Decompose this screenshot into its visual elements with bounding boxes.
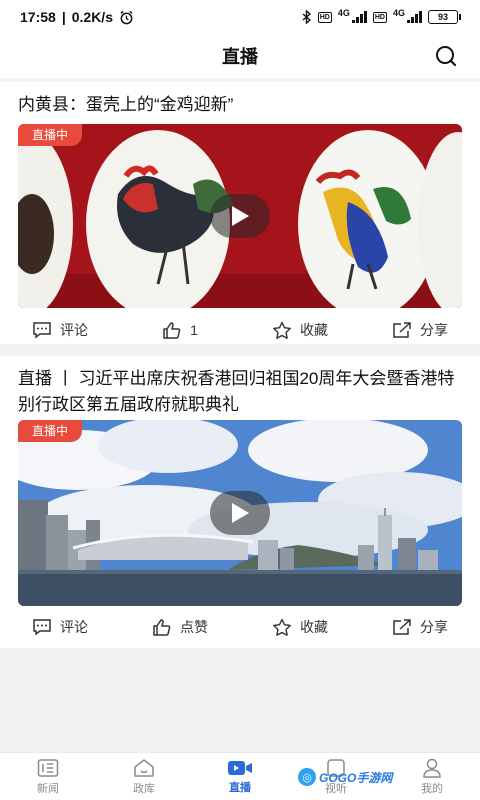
live-badge: 直播中 <box>18 420 83 442</box>
bottom-nav: 新闻 政库 直播 视听 我的 <box>0 752 480 800</box>
comment-icon <box>33 322 51 339</box>
comment-label: 评论 <box>60 322 88 338</box>
thumbs-up-icon <box>153 619 171 636</box>
play-button[interactable] <box>210 194 270 238</box>
thumbs-up-icon <box>163 322 181 339</box>
live-card-title[interactable]: 内黄县：蛋壳上的“金鸡迎新” <box>18 92 466 118</box>
share-label: 分享 <box>420 619 448 635</box>
play-icon <box>232 503 249 523</box>
favorite-label: 收藏 <box>300 322 328 338</box>
nav-label: 直播 <box>229 781 251 794</box>
like-button[interactable]: 1 <box>120 315 240 345</box>
play-button[interactable] <box>210 491 270 535</box>
status-time: 17:58 <box>20 9 56 25</box>
live-badge: 直播中 <box>18 124 83 146</box>
battery-level: 93 <box>437 12 448 22</box>
favorite-button[interactable]: 收藏 <box>240 612 360 642</box>
status-speed: 0.2K/s <box>71 9 113 25</box>
live-thumbnail[interactable]: 直播中 <box>18 420 462 606</box>
nav-item-news[interactable]: 新闻 <box>0 753 96 800</box>
alarm-icon <box>120 10 133 24</box>
search-icon[interactable] <box>434 44 458 68</box>
favorite-label: 收藏 <box>300 619 328 635</box>
network-label-1: 4G <box>337 8 350 18</box>
nav-item-live[interactable]: 直播 <box>192 753 288 800</box>
live-video-icon <box>228 760 252 775</box>
live-card[interactable]: 直播 丨 习近平出席庆祝香港回归祖国20周年大会暨香港特别行政区第五届政府就职典… <box>0 356 480 648</box>
nav-label: 我的 <box>421 782 443 795</box>
like-label: 点赞 <box>180 619 208 635</box>
watermark-text: GOGO手游网 <box>319 770 393 785</box>
share-button[interactable]: 分享 <box>360 315 480 345</box>
like-count: 1 <box>190 322 198 338</box>
nav-item-profile[interactable]: 我的 <box>384 753 480 800</box>
comment-icon <box>33 619 51 636</box>
home-icon <box>134 758 154 777</box>
user-icon <box>423 758 441 778</box>
comment-button[interactable]: 评论 <box>0 612 120 642</box>
comment-button[interactable]: 评论 <box>0 315 120 345</box>
watermark-logo-icon: ◎ <box>298 768 316 786</box>
share-icon <box>393 619 411 635</box>
like-button[interactable]: 点赞 <box>120 612 240 642</box>
nav-item-library[interactable]: 政库 <box>96 753 192 800</box>
play-icon <box>232 206 249 226</box>
card-actions: 评论 点赞 收藏 分享 <box>0 612 480 642</box>
network-label-2: 4G <box>392 8 405 18</box>
favorite-button[interactable]: 收藏 <box>240 315 360 345</box>
live-card-title[interactable]: 直播 丨 习近平出席庆祝香港回归祖国20周年大会暨香港特别行政区第五届政府就职典… <box>18 366 466 418</box>
comment-label: 评论 <box>60 619 88 635</box>
live-card[interactable]: 内黄县：蛋壳上的“金鸡迎新” 直播中 评论 1 收藏 分享 <box>0 82 480 344</box>
star-icon <box>273 618 291 636</box>
live-thumbnail[interactable]: 直播中 <box>18 124 462 308</box>
signal-icon-2 <box>407 11 422 23</box>
share-label: 分享 <box>420 322 448 338</box>
share-button[interactable]: 分享 <box>360 612 480 642</box>
page-title: 直播 <box>222 47 258 67</box>
star-icon <box>273 321 291 339</box>
app-header: 直播 <box>0 34 480 78</box>
news-icon <box>37 758 59 777</box>
hd-badge-2: HD <box>372 11 387 23</box>
bluetooth-icon <box>302 10 311 24</box>
watermark: ◎ GOGO手游网 <box>298 768 392 786</box>
nav-label: 新闻 <box>37 782 59 795</box>
share-icon <box>393 322 411 338</box>
nav-label: 政库 <box>133 782 155 795</box>
status-bar: 17:58 | 0.2K/s HD 4G HD 4G 93 <box>0 0 480 34</box>
card-actions: 评论 1 收藏 分享 <box>0 315 480 345</box>
hd-badge-1: HD <box>317 11 332 23</box>
signal-icon-1 <box>351 11 367 23</box>
battery-icon: 93 <box>428 10 461 24</box>
